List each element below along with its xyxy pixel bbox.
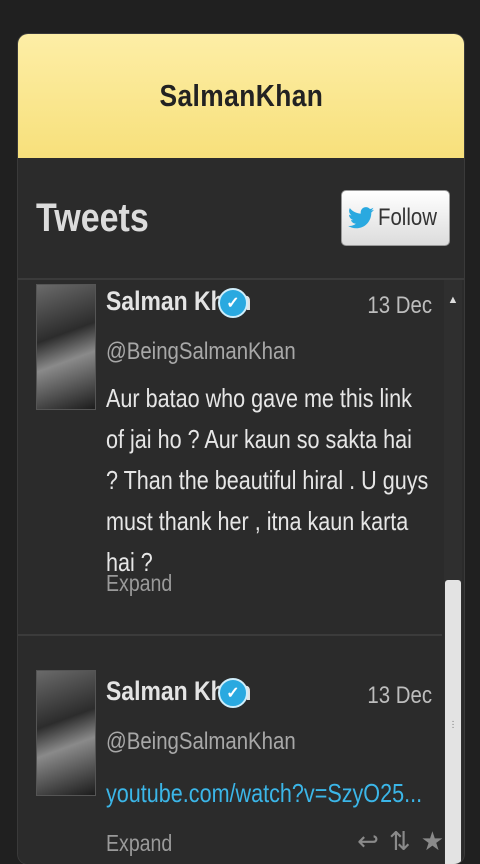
follow-button[interactable]: Follow xyxy=(340,190,450,246)
verified-badge-icon: ✓ xyxy=(218,288,248,318)
tweet-author-handle[interactable]: @BeingSalmanKhan xyxy=(106,728,296,756)
app-title: SalmanKhan xyxy=(159,78,323,113)
tweet-list[interactable]: Salman Khan ✓ 13 Dec @BeingSalmanKhan Au… xyxy=(18,280,464,864)
avatar[interactable] xyxy=(36,670,96,796)
scrollbar[interactable]: ▲ · · · xyxy=(444,280,462,864)
verified-badge-icon: ✓ xyxy=(218,678,248,708)
tweet-author-handle[interactable]: @BeingSalmanKhan xyxy=(106,338,296,366)
tweet-item[interactable]: Salman Khan ✓ 13 Dec @BeingSalmanKhan Au… xyxy=(18,280,442,636)
tweet-date: 13 Dec xyxy=(367,682,432,709)
scroll-up-arrow-icon[interactable]: ▲ xyxy=(444,294,462,306)
scroll-grip: · · · xyxy=(451,716,455,733)
tweet-item[interactable]: Salman Khan ✓ 13 Dec @BeingSalmanKhan yo… xyxy=(18,636,444,864)
scroll-thumb[interactable]: · · · xyxy=(445,580,461,864)
tweets-panel: Tweets Follow Salman Khan ✓ 13 Dec @Bein… xyxy=(18,158,464,864)
twitter-bird-icon xyxy=(347,207,374,229)
expand-link[interactable]: Expand xyxy=(106,830,172,857)
expand-link[interactable]: Expand xyxy=(106,570,172,597)
follow-label: Follow xyxy=(377,204,437,231)
tweet-date: 13 Dec xyxy=(367,292,432,319)
panel-header: Tweets Follow xyxy=(18,158,464,280)
favorite-star-icon[interactable]: ★ xyxy=(421,826,444,857)
tweet-text: Aur batao who gave me this link of jai h… xyxy=(106,383,429,577)
reply-icon[interactable]: ↩ xyxy=(357,826,379,857)
title-bar: SalmanKhan xyxy=(18,34,464,159)
panel-heading: Tweets xyxy=(36,195,149,240)
retweet-icon[interactable]: ⇅ xyxy=(389,826,411,857)
twitter-widget: SalmanKhan Tweets Follow Salman Khan ✓ 1… xyxy=(18,34,464,864)
tweet-actions: ↩ ⇅ ★ xyxy=(357,826,444,857)
avatar[interactable] xyxy=(36,284,96,410)
tweet-link[interactable]: youtube.com/watch?v=SzyO25... xyxy=(106,778,422,809)
